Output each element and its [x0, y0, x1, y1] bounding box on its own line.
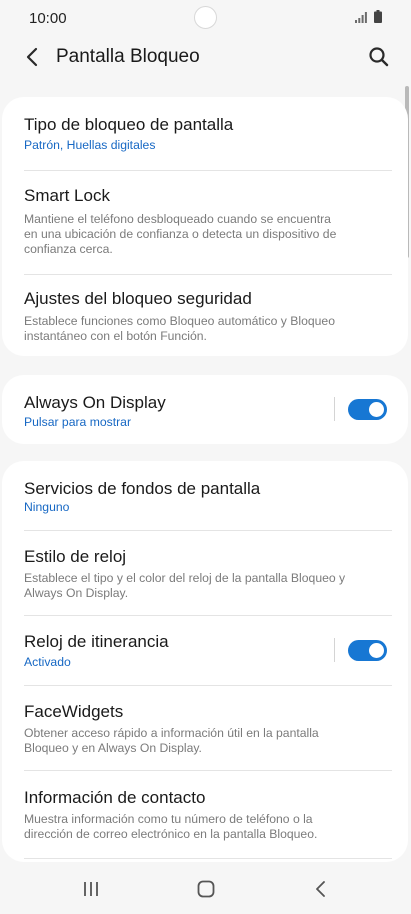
display-options-card: Servicios de fondos de pantalla Ninguno … — [2, 461, 408, 862]
search-icon[interactable] — [366, 44, 392, 70]
wallpaper-services-value: Ninguno — [24, 500, 70, 514]
clock-style-desc-line2: Always On Display. — [24, 586, 129, 600]
back-arrow-icon[interactable] — [20, 44, 46, 70]
always-on-display-item[interactable]: Always On Display Pulsar para mostrar — [2, 375, 408, 444]
toggle-knob — [369, 402, 384, 417]
secure-lock-settings-title: Ajustes del bloqueo seguridad — [24, 289, 252, 308]
contact-info-desc-line1: Muestra información como tu número de te… — [24, 812, 313, 826]
status-bar: 10:00 — [0, 0, 411, 36]
toggle-separator — [334, 638, 335, 662]
wallpaper-services-item[interactable]: Servicios de fondos de pantalla Ninguno — [2, 461, 408, 530]
page-title: Pantalla Bloqueo — [56, 46, 200, 67]
signal-icon — [355, 12, 367, 23]
facewidgets-desc-line1: Obtener acceso rápido a información útil… — [24, 726, 319, 740]
clock-style-title: Estilo de reloj — [24, 547, 127, 566]
always-on-display-value: Pulsar para mostrar — [24, 415, 132, 429]
smart-lock-item[interactable]: Smart Lock Mantiene el teléfono desbloqu… — [2, 171, 408, 274]
camera-cutout — [194, 6, 217, 29]
clock-style-desc-line1: Establece el tipo y el color del reloj d… — [24, 571, 346, 585]
roaming-clock-toggle[interactable] — [348, 640, 387, 661]
smart-lock-desc-line1: Mantiene el teléfono desbloqueado cuando… — [24, 212, 331, 226]
always-on-display-card: Always On Display Pulsar para mostrar — [2, 375, 408, 444]
roaming-clock-title: Reloj de itinerancia — [24, 632, 169, 651]
screen-lock-type-title: Tipo de bloqueo de pantalla — [24, 115, 234, 134]
smart-lock-title: Smart Lock — [24, 186, 110, 205]
screen-lock-type-value: Patrón, Huellas digitales — [24, 138, 156, 152]
navigation-bar — [0, 864, 411, 914]
screen-lock-type-item[interactable]: Tipo de bloqueo de pantalla Patrón, Huel… — [2, 97, 408, 170]
facewidgets-item[interactable]: FaceWidgets Obtener acceso rápido a info… — [2, 686, 408, 770]
facewidgets-title: FaceWidgets — [24, 702, 124, 721]
facewidgets-desc-line2: Bloqueo y en Always On Display. — [24, 741, 202, 755]
contact-info-title: Información de contacto — [24, 788, 206, 807]
contact-info-item[interactable]: Información de contacto Muestra informac… — [2, 771, 408, 860]
recent-apps-icon[interactable] — [80, 879, 102, 899]
clock-style-item[interactable]: Estilo de reloj Establece el tipo y el c… — [2, 531, 408, 615]
app-bar: Pantalla Bloqueo — [0, 36, 411, 80]
back-icon[interactable] — [310, 879, 332, 899]
status-time: 10:00 — [29, 10, 67, 27]
secure-lock-settings-desc-line1: Establece funciones como Bloqueo automát… — [24, 314, 335, 328]
always-on-display-title: Always On Display — [24, 393, 166, 412]
toggle-knob — [369, 643, 384, 658]
roaming-clock-item[interactable]: Reloj de itinerancia Activado — [2, 616, 408, 685]
lock-settings-card: Tipo de bloqueo de pantalla Patrón, Huel… — [2, 97, 408, 356]
smart-lock-desc-line3: confianza cerca. — [24, 242, 113, 256]
battery-icon — [374, 10, 382, 23]
roaming-clock-value: Activado — [24, 655, 71, 669]
secure-lock-settings-desc-line2: instantáneo con el botón Función. — [24, 329, 207, 343]
home-icon[interactable] — [195, 879, 217, 899]
always-on-display-toggle[interactable] — [348, 399, 387, 420]
toggle-separator — [334, 397, 335, 421]
wallpaper-services-title: Servicios de fondos de pantalla — [24, 479, 261, 498]
smart-lock-desc-line2: en una ubicación de confianza o detecta … — [24, 227, 337, 241]
secure-lock-settings-item[interactable]: Ajustes del bloqueo seguridad Establece … — [2, 275, 408, 356]
divider — [24, 858, 392, 859]
contact-info-desc-line2: dirección de correo electrónico en la pa… — [24, 827, 318, 841]
